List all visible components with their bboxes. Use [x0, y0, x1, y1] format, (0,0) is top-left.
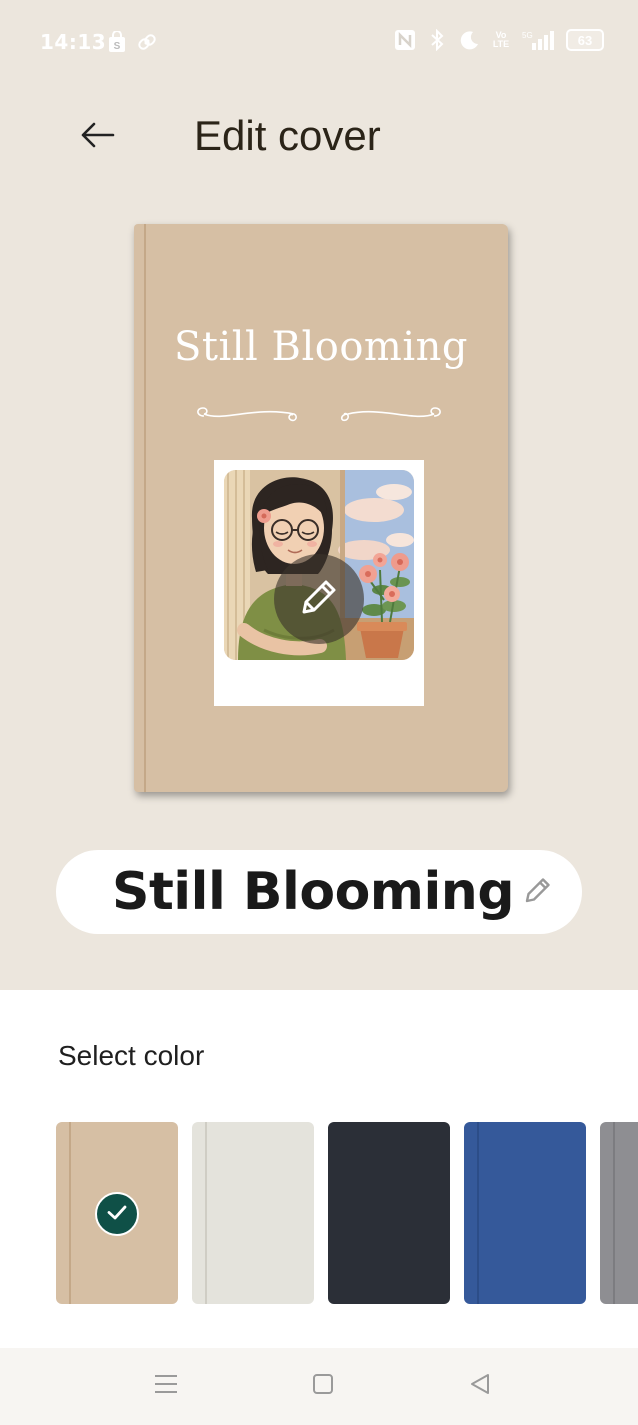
home-icon [312, 1373, 334, 1400]
select-color-label: Select color [58, 1040, 205, 1071]
book-spine [144, 224, 146, 792]
swatch-spine [205, 1122, 207, 1304]
title-field[interactable]: Still Blooming [56, 850, 582, 934]
color-swatch-charcoal[interactable] [328, 1122, 450, 1304]
book-cover-preview: Still Blooming [134, 224, 508, 792]
title-value: Still Blooming [112, 862, 515, 922]
check-icon [105, 1200, 129, 1229]
selected-check-badge [95, 1192, 139, 1236]
color-swatch-row [56, 1122, 638, 1304]
shopping-bag-icon: S [106, 30, 128, 54]
svg-text:5G: 5G [522, 31, 533, 40]
color-swatch-gray[interactable] [600, 1122, 638, 1304]
nfc-icon [394, 28, 416, 52]
system-nav-bar [0, 1348, 638, 1425]
signal-icon: 5G [522, 28, 556, 52]
back-button[interactable] [72, 112, 122, 162]
edit-title-button[interactable] [520, 874, 556, 910]
moon-icon [458, 28, 480, 52]
back-triangle-icon [469, 1373, 491, 1400]
back-nav-button[interactable] [460, 1368, 500, 1404]
arrow-left-icon [79, 120, 115, 155]
color-swatch-blue[interactable] [464, 1122, 586, 1304]
link-icon [136, 30, 158, 54]
swatch-spine [477, 1122, 479, 1304]
page-title: Edit cover [194, 112, 381, 159]
edit-photo-button[interactable] [274, 554, 364, 644]
swatch-spine [613, 1122, 615, 1304]
svg-text:S: S [114, 41, 121, 52]
pencil-icon [522, 874, 554, 911]
cover-title: Still Blooming [173, 324, 468, 370]
recents-button[interactable] [146, 1368, 186, 1404]
color-swatch-tan[interactable] [56, 1122, 178, 1304]
swatch-spine [341, 1122, 343, 1304]
pencil-icon [296, 574, 342, 625]
status-time: 14:13 [40, 30, 107, 54]
status-bar: 14:13 S Vo LTE 5G 63 [0, 0, 638, 84]
color-swatch-ivory[interactable] [192, 1122, 314, 1304]
flourish-right-icon [340, 407, 441, 422]
color-sheet: Select color [0, 990, 638, 1348]
menu-icon [154, 1373, 178, 1400]
bluetooth-icon [426, 28, 448, 52]
flourish-left-icon [197, 407, 297, 422]
battery-indicator: 63 [566, 29, 604, 51]
volte-icon: Vo LTE [492, 30, 510, 49]
swatch-spine [69, 1122, 71, 1304]
home-button[interactable] [303, 1368, 343, 1404]
